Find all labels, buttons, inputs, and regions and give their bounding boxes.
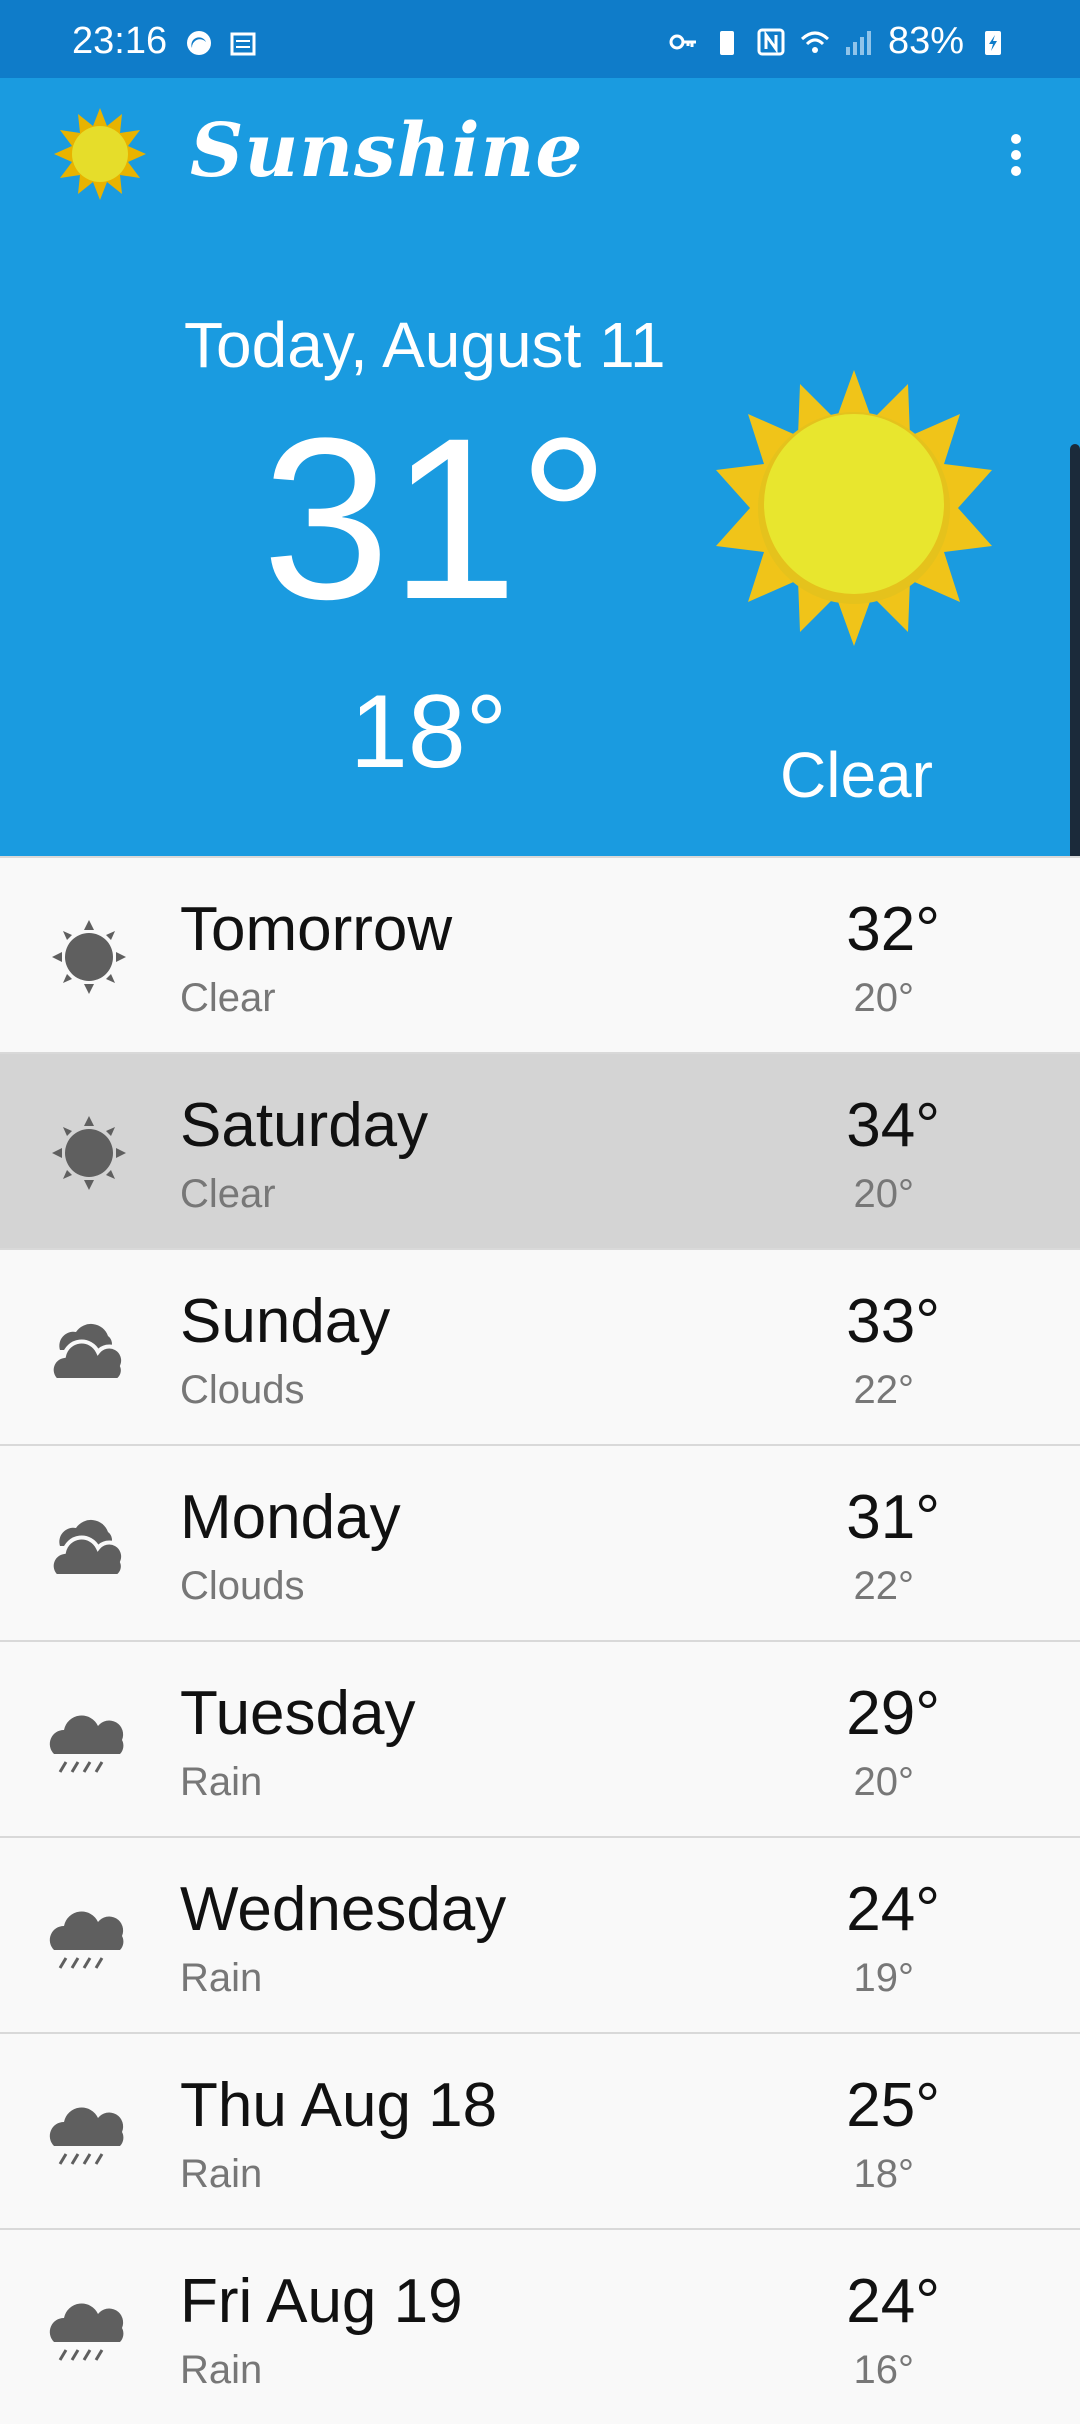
forecast-row-tomorrow[interactable]: Tomorrow Clear 32° 20° [0,856,1080,1052]
forecast-row-thu-aug-18[interactable]: Thu Aug 18 Rain 25° 18° [0,2032,1080,2228]
forecast-high-temp: 34° [846,1091,940,1160]
clouds-icon [46,1306,132,1392]
forecast-row-sunday[interactable]: Sunday Clouds 33° 22° [0,1248,1080,1444]
weather-icon [187,31,211,55]
rain-icon [46,1698,132,1784]
rain-icon [46,2286,132,2372]
sd-card-icon [230,32,256,56]
forecast-high-temp: 29° [846,1679,940,1748]
forecast-high-temp: 24° [846,2267,940,2336]
forecast-row-saturday[interactable]: Saturday Clear 34° 20° [0,1052,1080,1248]
nfc-icon [757,28,785,55]
today-card[interactable]: Today, August 11 31° 18° Clear [0,208,1080,856]
clear-icon [46,914,132,1000]
forecast-low-temp: 20° [853,1172,915,1216]
today-condition: Clear [780,739,933,811]
forecast-low-temp: 19° [853,1956,915,2000]
signal-icon [845,30,871,55]
forecast-day: Fri Aug 19 [180,2267,463,2336]
forecast-low-temp: 18° [853,2152,915,2196]
forecast-day: Saturday [180,1091,429,1160]
sun-icon [716,370,992,646]
forecast-condition: Clouds [180,1368,305,1412]
battery-percent: 83% [887,20,964,62]
forecast-row-wednesday[interactable]: Wednesday Rain 24° 19° [0,1836,1080,2032]
status-time: 23:16 [72,20,168,62]
forecast-condition: Rain [180,1760,263,1804]
sun-icon [54,108,146,200]
battery-saver-icon [719,30,734,55]
app-title: Sunshine [190,108,584,194]
forecast-row-tuesday[interactable]: Tuesday Rain 29° 20° [0,1640,1080,1836]
clouds-icon [46,1502,132,1588]
forecast-high-temp: 25° [846,2071,940,2140]
forecast-high-temp: 31° [846,1483,940,1552]
rain-icon [46,2090,132,2176]
scrollbar-thumb[interactable] [1070,444,1080,924]
forecast-low-temp: 20° [853,976,915,1020]
forecast-day: Tuesday [180,1679,416,1748]
forecast-day: Monday [180,1483,401,1552]
forecast-high-temp: 32° [846,895,940,964]
today-low-temp: 18° [350,674,508,790]
forecast-condition: Rain [180,2348,263,2392]
forecast-condition: Clouds [180,1564,305,1608]
forecast-high-temp: 24° [846,1875,940,1944]
forecast-row-fri-aug-19[interactable]: Fri Aug 19 Rain 24° 16° [0,2228,1080,2424]
forecast-high-temp: 33° [846,1287,940,1356]
forecast-row-monday[interactable]: Monday Clouds 31° 22° [0,1444,1080,1640]
forecast-day: Thu Aug 18 [180,2071,498,2140]
forecast-condition: Rain [180,1956,263,2000]
forecast-low-temp: 16° [853,2348,915,2392]
vpn-key-icon [669,34,696,49]
overflow-menu-icon[interactable] [996,128,1036,188]
forecast-condition: Clear [180,976,276,1020]
forecast-low-temp: 22° [853,1368,915,1412]
forecast-day: Sunday [180,1287,391,1356]
forecast-day: Tomorrow [180,895,453,964]
forecast-low-temp: 22° [853,1564,915,1608]
app-bar: Sunshine [0,78,1080,208]
battery-charging-icon [985,30,1001,55]
today-date: Today, August 11 [184,309,666,381]
status-bar: 23:16 83% [0,0,1080,78]
forecast-day: Wednesday [180,1875,507,1944]
forecast-condition: Rain [180,2152,263,2196]
forecast-low-temp: 20° [853,1760,915,1804]
today-high-temp: 31° [262,390,610,647]
clear-icon [46,1110,132,1196]
rain-icon [46,1894,132,1980]
forecast-condition: Clear [180,1172,276,1216]
forecast-list: Tomorrow Clear 32° 20° Saturday Clear 34° 20° Su… [0,856,1080,2424]
wifi-icon [800,31,829,53]
